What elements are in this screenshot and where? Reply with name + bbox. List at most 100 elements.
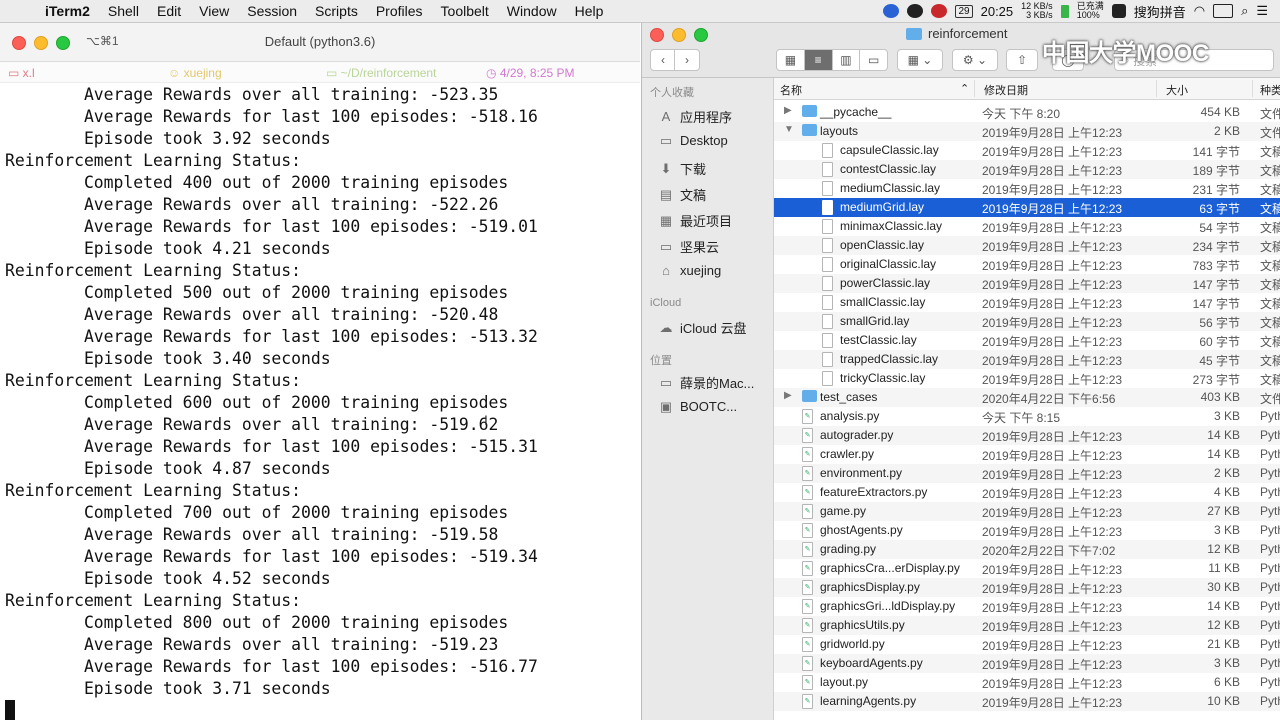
file-row[interactable]: smallClassic.lay 2019年9月28日 上午12:23 147 字节… xyxy=(774,293,1280,312)
share-button[interactable]: ⇧ xyxy=(1006,49,1038,71)
file-row[interactable]: capsuleClassic.lay 2019年9月28日 上午12:23 141 … xyxy=(774,141,1280,160)
sidebar-item-favorite[interactable]: ⌂ xuejing xyxy=(658,263,721,278)
menu-app[interactable]: iTerm2 xyxy=(36,3,99,19)
cell-date: 2019年9月28日 上午12:23 xyxy=(982,202,1123,216)
python-file-icon: ✎ xyxy=(802,485,813,500)
cell-kind: 文稿 xyxy=(1260,297,1280,311)
python-file-icon: ✎ xyxy=(802,618,813,633)
cloud-icon: ☁ xyxy=(659,319,673,335)
sidebar-item-label: BOOTC... xyxy=(680,399,738,414)
notification-center-icon[interactable]: ☰ xyxy=(1256,3,1268,19)
action-button[interactable]: ⚙ ⌄ xyxy=(952,49,998,71)
finder-toolbar[interactable]: reinforcement ‹ › ▦ ≡ ▥ ▭ ▦ ⌄ ⚙ ⌄ ⇧ ◯ ⌕ … xyxy=(642,23,1280,78)
file-row[interactable]: ✎ graphicsCra...erDisplay.py 2019年9月28日 上午… xyxy=(774,559,1280,578)
file-row[interactable]: ✎ crawler.py 2019年9月28日 上午12:23 14 KB Pyth xyxy=(774,445,1280,464)
file-row[interactable]: mediumClassic.lay 2019年9月28日 上午12:23 231 字… xyxy=(774,179,1280,198)
file-row[interactable]: minimaxClassic.lay 2019年9月28日 上午12:23 54 字… xyxy=(774,217,1280,236)
back-button[interactable]: ‹ xyxy=(650,49,676,71)
file-row[interactable]: ✎ grading.py 2020年2月22日 下午7:02 12 KB Pyth xyxy=(774,540,1280,559)
clock[interactable]: 20:25 xyxy=(981,4,1014,19)
file-row[interactable]: contestClassic.lay 2019年9月28日 上午12:23 189 … xyxy=(774,160,1280,179)
sidebar-item-favorite[interactable]: ⬇ 下载 xyxy=(658,159,706,178)
list-view-icon[interactable]: ≡ xyxy=(804,50,833,70)
wifi-icon[interactable]: ◠ xyxy=(1194,3,1205,19)
display-icon[interactable] xyxy=(1213,4,1234,18)
column-kind[interactable]: 种类 xyxy=(1260,82,1280,98)
file-row[interactable]: ✎ gridworld.py 2019年9月28日 上午12:23 21 KB Pyth xyxy=(774,635,1280,654)
battery-icon[interactable] xyxy=(1060,4,1069,18)
folder-row[interactable]: ▶ test_cases 2020年4月22日 下午6:56 403 KB 文件 xyxy=(774,388,1280,407)
file-row[interactable]: ✎ game.py 2019年9月28日 上午12:23 27 KB Pyth xyxy=(774,502,1280,521)
folder-row[interactable]: ▶ __pycache__ 今天 下午 8:20 454 KB 文件 xyxy=(774,103,1280,122)
terminal-output[interactable]: Average Rewards over all training: -523.… xyxy=(5,84,538,700)
menu-session[interactable]: Session xyxy=(238,3,306,19)
sidebar-item-favorite[interactable]: ▤ 文稿 xyxy=(658,185,706,204)
menu-profiles[interactable]: Profiles xyxy=(367,3,432,19)
sidebar-item-location[interactable]: ▭ 薛景的Mac... xyxy=(658,373,755,392)
python-file-icon: ✎ xyxy=(802,523,813,538)
file-row[interactable]: ✎ analysis.py 今天 下午 8:15 3 KB Pyth xyxy=(774,407,1280,426)
menu-shell[interactable]: Shell xyxy=(99,3,148,19)
menu-view[interactable]: View xyxy=(190,3,238,19)
file-row[interactable]: ✎ featureExtractors.py 2019年9月28日 上午12:23 4… xyxy=(774,483,1280,502)
calendar-badge[interactable]: 29 xyxy=(955,4,973,18)
finder-close-button[interactable] xyxy=(650,28,664,42)
finder-zoom-button[interactable] xyxy=(694,28,708,42)
status-directory: ▭ ~/D/reinforcement xyxy=(326,66,436,80)
menu-scripts[interactable]: Scripts xyxy=(306,3,367,19)
file-row[interactable]: ✎ learningAgents.py 2019年9月28日 上午12:23 10 K… xyxy=(774,692,1280,711)
sogou-icon[interactable] xyxy=(1111,4,1126,18)
cell-name: graphicsCra...erDisplay.py xyxy=(820,561,960,575)
folder-row[interactable]: ▼ layouts 2019年9月28日 上午12:23 2 KB 文件 xyxy=(774,122,1280,141)
finder-title: reinforcement xyxy=(906,26,1007,41)
file-row[interactable]: ✎ graphicsDisplay.py 2019年9月28日 上午12:23 30 … xyxy=(774,578,1280,597)
gallery-view-icon[interactable]: ▭ xyxy=(860,50,887,70)
disclosure-closed-icon[interactable]: ▶ xyxy=(784,105,792,116)
cell-name: game.py xyxy=(820,504,867,518)
terminal-line: Average Rewards for last 100 episodes: -… xyxy=(5,217,538,236)
forward-button[interactable]: › xyxy=(674,49,700,71)
file-row[interactable]: smallGrid.lay 2019年9月28日 上午12:23 56 字节 文稿 xyxy=(774,312,1280,331)
menu-toolbelt[interactable]: Toolbelt xyxy=(432,3,498,19)
finder-minimize-button[interactable] xyxy=(672,28,686,42)
cell-date: 2019年9月28日 上午12:23 xyxy=(982,487,1123,501)
column-view-icon[interactable]: ▥ xyxy=(833,50,861,70)
file-row[interactable]: trappedClassic.lay 2019年9月28日 上午12:23 45 字… xyxy=(774,350,1280,369)
file-row[interactable]: ✎ layout.py 2019年9月28日 上午12:23 6 KB Pyth xyxy=(774,673,1280,692)
file-row[interactable]: ✎ keyboardAgents.py 2019年9月28日 上午12:23 3 KB… xyxy=(774,654,1280,673)
file-row[interactable]: originalClassic.lay 2019年9月28日 上午12:23 783… xyxy=(774,255,1280,274)
icon-view-icon[interactable]: ▦ xyxy=(777,50,805,70)
file-row[interactable]: ✎ environment.py 2019年9月28日 上午12:23 2 KB Pyt… xyxy=(774,464,1280,483)
file-row[interactable]: ✎ autograder.py 2019年9月28日 上午12:23 14 KB Pyt… xyxy=(774,426,1280,445)
script-icon[interactable] xyxy=(907,4,924,18)
sidebar-item-location[interactable]: ▣ BOOTC... xyxy=(658,399,737,414)
column-size[interactable]: 大小 xyxy=(1166,82,1188,98)
sidebar-item-favorite[interactable]: ▭ 坚果云 xyxy=(658,237,719,256)
sidebar-item-favorite[interactable]: ▦ 最近项目 xyxy=(658,211,732,230)
spotlight-icon[interactable]: ⌕ xyxy=(1241,3,1248,19)
file-row[interactable]: ✎ graphicsUtils.py 2019年9月28日 上午12:23 12 KB… xyxy=(774,616,1280,635)
menu-help[interactable]: Help xyxy=(566,3,613,19)
file-row[interactable]: mediumGrid.lay 2019年9月28日 上午12:23 63 字节 文稿 xyxy=(774,198,1280,217)
column-date[interactable]: 修改日期 xyxy=(984,82,1028,98)
file-row[interactable]: powerClassic.lay 2019年9月28日 上午12:23 147 字节… xyxy=(774,274,1280,293)
file-row[interactable]: ✎ graphicsGri...ldDisplay.py 2019年9月28日 上午… xyxy=(774,597,1280,616)
sidebar-item-favorite[interactable]: ▭ Desktop xyxy=(658,133,728,148)
sidebar-item-favorite[interactable]: A 应用程序 xyxy=(658,107,732,126)
column-name[interactable]: 名称 xyxy=(780,82,802,98)
group-button[interactable]: ▦ ⌄ xyxy=(897,49,943,71)
disclosure-open-icon[interactable]: ▼ xyxy=(784,124,794,135)
cell-name: featureExtractors.py xyxy=(820,485,928,499)
recording-icon[interactable] xyxy=(931,4,948,18)
bluetooth-icon[interactable] xyxy=(883,4,900,18)
sidebar-item-icloud[interactable]: ☁ iCloud 云盘 xyxy=(658,318,747,337)
iterm-titlebar[interactable]: ⌥⌘1 Default (python3.6) xyxy=(0,23,640,62)
file-row[interactable]: openClassic.lay 2019年9月28日 上午12:23 234 字节 文… xyxy=(774,236,1280,255)
file-row[interactable]: trickyClassic.lay 2019年9月28日 上午12:23 273 字… xyxy=(774,369,1280,388)
ime-label[interactable]: 搜狗拼音 xyxy=(1134,2,1186,21)
menu-window[interactable]: Window xyxy=(498,3,566,19)
file-row[interactable]: ✎ ghostAgents.py 2019年9月28日 上午12:23 3 KB Pyt… xyxy=(774,521,1280,540)
file-row[interactable]: testClassic.lay 2019年9月28日 上午12:23 60 字节 文稿 xyxy=(774,331,1280,350)
menu-edit[interactable]: Edit xyxy=(148,3,190,19)
disclosure-closed-icon[interactable]: ▶ xyxy=(784,390,792,401)
